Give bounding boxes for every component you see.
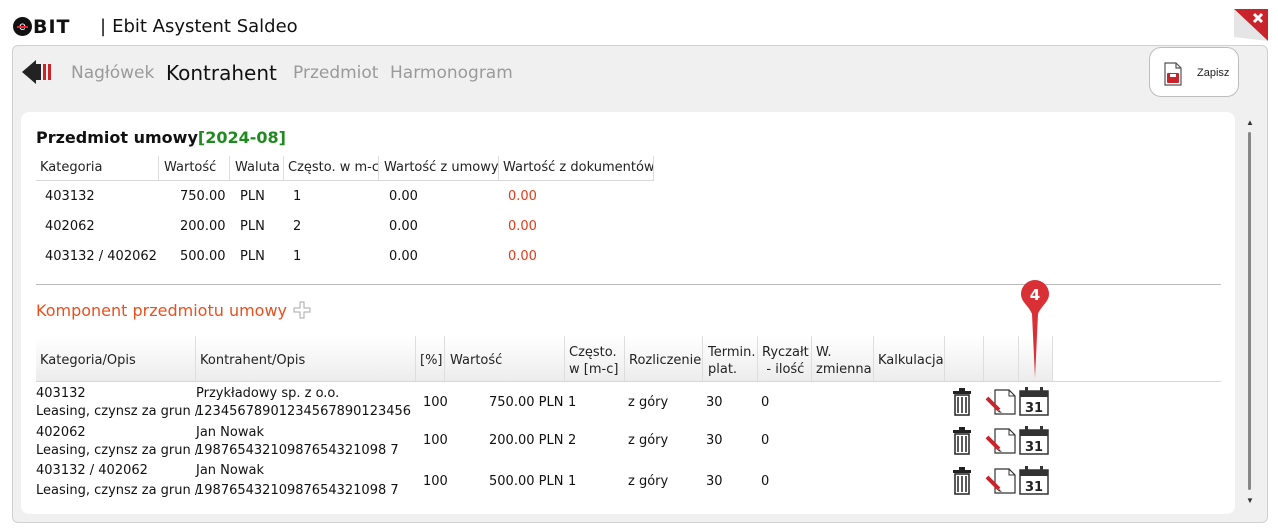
col-wartosc-z-umowy: Wartość z umowy: [384, 160, 499, 175]
tab-naglowek[interactable]: Nagłówek: [71, 63, 154, 83]
scroll-up-arrow[interactable]: ▲: [1246, 118, 1254, 127]
tab-kontrahent[interactable]: Kontrahent: [166, 61, 277, 85]
col2-kalkulacja: Kalkulacja: [878, 353, 944, 368]
col2-rozliczenie: Rozliczenie: [629, 353, 702, 368]
badge-number: 4: [1030, 286, 1040, 304]
back-arrow-icon[interactable]: [22, 58, 54, 86]
trash-icon[interactable]: [950, 427, 974, 455]
trash-icon[interactable]: [950, 388, 974, 416]
trash-icon[interactable]: [950, 467, 974, 495]
save-label: Zapisz: [1197, 67, 1230, 79]
col2-kategoria: Kategoria/Opis: [40, 353, 136, 368]
ebit-logo: e BIT: [13, 17, 71, 37]
scrollbar-thumb[interactable]: [1248, 132, 1251, 490]
calendar-icon[interactable]: 31: [1019, 465, 1051, 495]
col2-ryczalt: Ryczałt - ilość: [762, 345, 809, 377]
calendar-icon[interactable]: 31: [1019, 425, 1051, 455]
close-icon[interactable]: [1234, 9, 1268, 41]
save-button[interactable]: Zapisz: [1149, 47, 1239, 97]
calendar-day-text: 31: [1025, 440, 1043, 455]
col2-czesto: Często. w [m-c]: [569, 345, 619, 377]
period-label: [2024-08]: [197, 128, 286, 147]
tab-przedmiot[interactable]: Przedmiot: [293, 63, 378, 83]
col-czesto: Często. w m-c: [288, 160, 380, 175]
app-title: | Ebit Asystent Saldeo: [100, 16, 298, 37]
edit-document-icon[interactable]: [985, 467, 1017, 495]
col2-zmienna: W. zmienna: [816, 345, 872, 377]
col2-procent: [%]: [420, 353, 443, 368]
contract-subject-title: Przedmiot umowy[2024-08]: [36, 128, 286, 147]
calendar-day-text: 31: [1025, 480, 1043, 495]
tab-harmonogram[interactable]: Harmonogram: [390, 63, 513, 83]
component-section-title: Komponent przedmiotu umowy: [36, 301, 288, 320]
save-document-icon: [1164, 62, 1182, 86]
annotation-badge: 4: [1021, 280, 1049, 378]
col2-kontrahent: Kontrahent/Opis: [200, 353, 306, 368]
calendar-icon[interactable]: 31: [1019, 386, 1051, 416]
col-kategoria: Kategoria: [40, 160, 103, 175]
scroll-down-arrow[interactable]: ▼: [1246, 496, 1254, 505]
edit-document-icon[interactable]: [985, 427, 1017, 455]
add-plus-icon[interactable]: [293, 301, 311, 319]
edit-document-icon[interactable]: [985, 388, 1017, 416]
calendar-day-text: 31: [1025, 401, 1043, 416]
col-waluta: Waluta: [235, 160, 280, 175]
col-wartosc: Wartość: [164, 160, 217, 175]
col2-wartosc: Wartość: [450, 353, 503, 368]
col-wartosc-z-dokumentow: Wartość z dokumentów: [503, 160, 655, 175]
title-bar: e BIT | Ebit Asystent Saldeo: [0, 0, 1278, 44]
col2-termin: Termin. plat.: [708, 345, 756, 377]
